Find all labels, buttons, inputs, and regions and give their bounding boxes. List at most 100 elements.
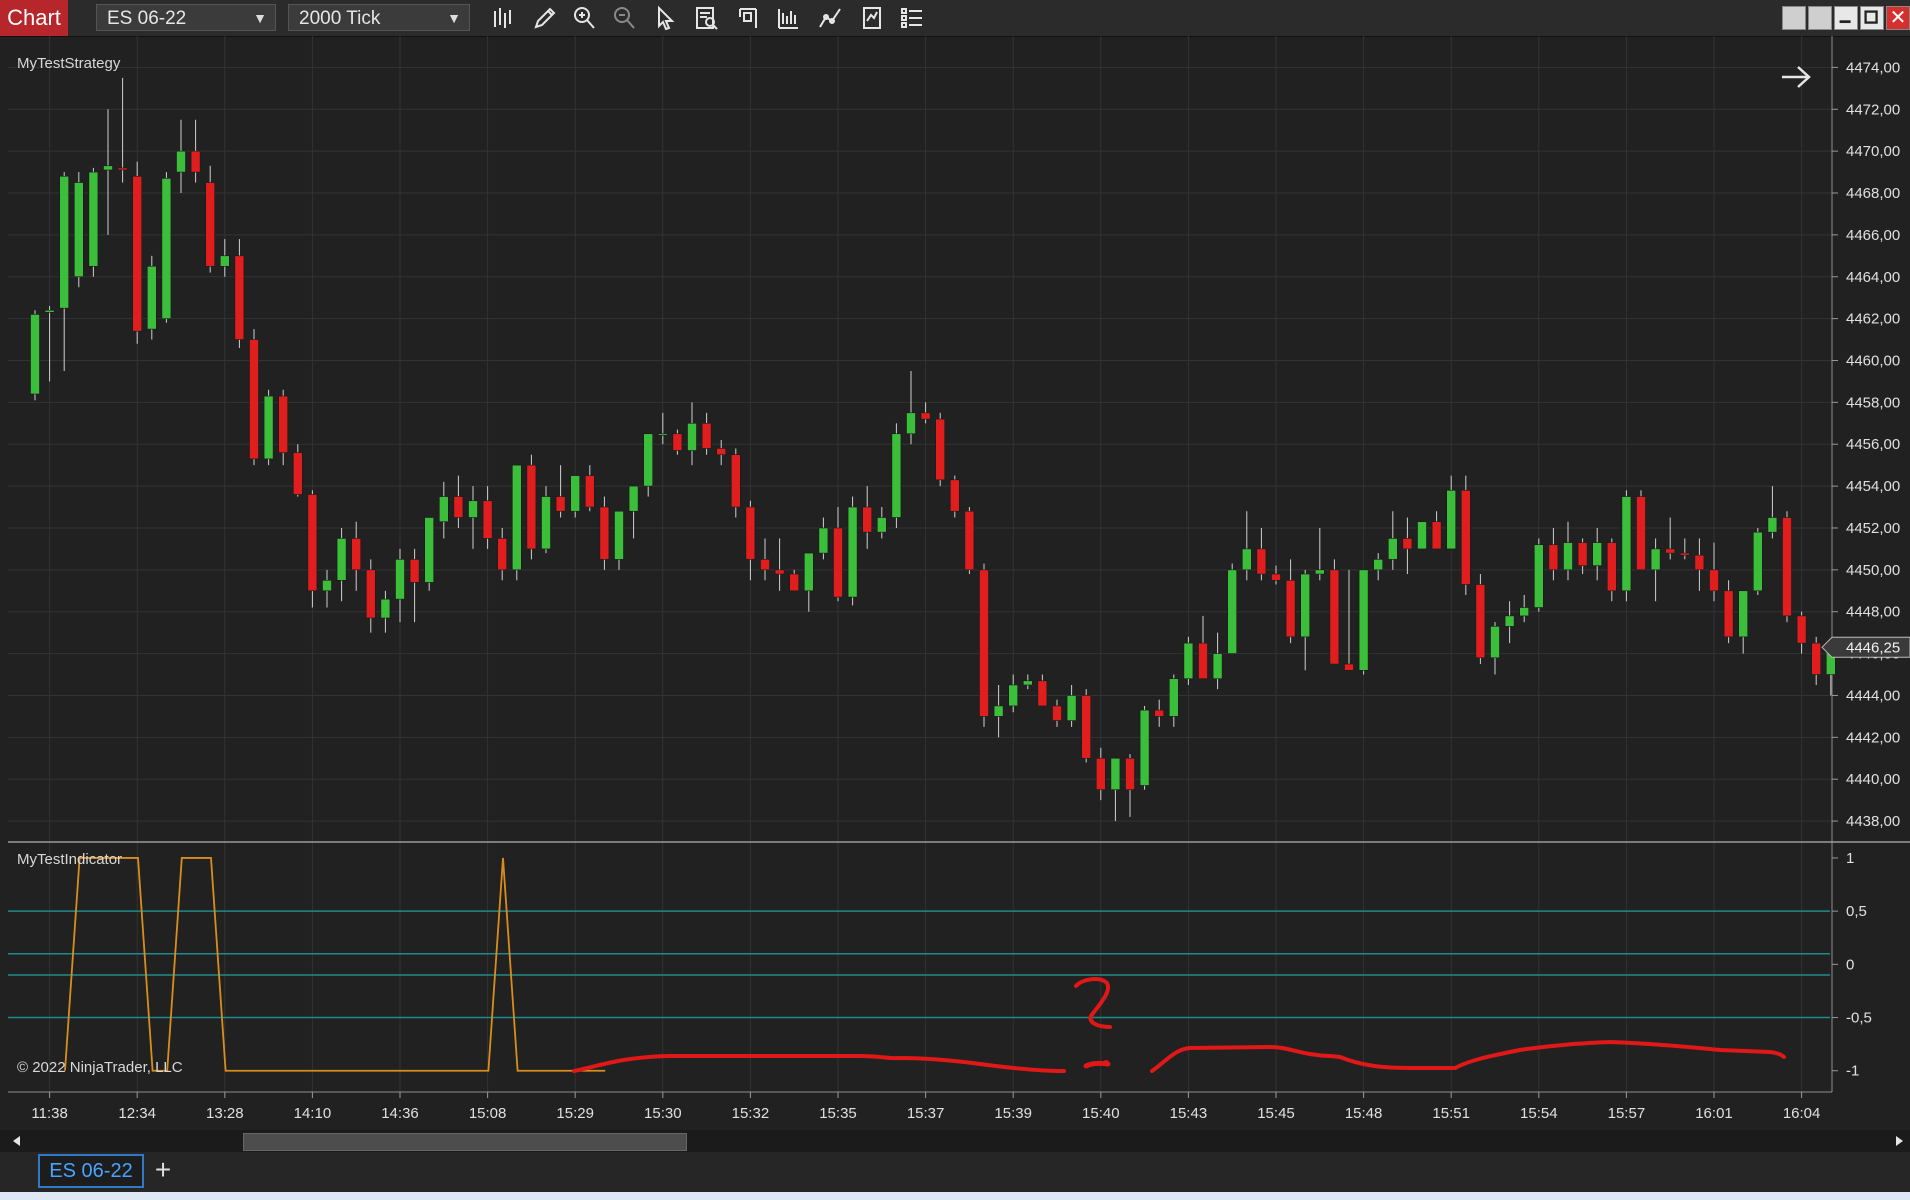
candle-down	[701, 422, 712, 449]
candle-down	[833, 527, 843, 598]
candle-down	[205, 182, 215, 267]
candle-down	[920, 412, 931, 420]
candle-up	[1169, 678, 1179, 717]
chart-area[interactable]: 4474,00 4472,00 4470,00 4468,00 4466,00 4464,…	[0, 0, 1910, 1130]
price-tick-label: 4466,00	[1846, 227, 1900, 244]
tab-es-06-22[interactable]: ES 06-22	[38, 1154, 144, 1188]
candle-down	[730, 454, 741, 508]
candle-down	[935, 418, 946, 481]
candle-down	[365, 569, 376, 619]
candle-down	[409, 559, 420, 583]
time-tick-label: 14:10	[294, 1105, 332, 1122]
indicator-line	[64, 857, 606, 1072]
time-tick-label: 15:35	[819, 1105, 857, 1122]
indicator-panel-label: MyTestIndicator	[17, 851, 122, 868]
add-tab-button[interactable]: +	[148, 1154, 178, 1188]
candle-down	[453, 496, 464, 518]
time-tick-label: 15:51	[1432, 1105, 1470, 1122]
candle-down	[1271, 573, 1281, 581]
candle-up	[1519, 607, 1529, 617]
candle-down	[1431, 521, 1442, 550]
indicator-tick-label: -1	[1846, 1063, 1859, 1080]
candle-up	[1022, 680, 1033, 686]
scroll-left-icon[interactable]	[10, 1134, 24, 1148]
candle-up	[380, 598, 391, 619]
candle-up	[1738, 590, 1748, 638]
candle-down	[351, 538, 362, 571]
candle-up	[438, 496, 449, 522]
candle-up	[891, 433, 902, 518]
candle-up	[1534, 544, 1544, 608]
time-tick-label: 15:32	[732, 1105, 770, 1122]
candle-down	[497, 538, 508, 571]
time-tick-label: 15:57	[1608, 1105, 1646, 1122]
candle-down	[1636, 496, 1646, 571]
candle-down	[745, 506, 756, 560]
candle-up	[847, 506, 858, 598]
candle-down	[1198, 642, 1208, 680]
candle-down	[555, 496, 566, 512]
candle-down	[1694, 554, 1705, 571]
candle-down	[1811, 642, 1821, 675]
candle-up	[30, 314, 40, 395]
candle-up	[876, 517, 887, 533]
price-tick-label: 4472,00	[1846, 101, 1900, 118]
last-price-label: 4446,25	[1846, 639, 1900, 656]
candle-up	[322, 580, 332, 592]
candle-down	[1796, 615, 1807, 644]
candle-down	[716, 448, 727, 456]
candle-up	[176, 150, 186, 173]
price-tick-label: 4464,00	[1846, 269, 1900, 286]
handwritten-annotation	[572, 977, 1786, 1073]
candle-down	[1475, 584, 1486, 659]
candle-up	[1767, 517, 1778, 533]
candle-down	[1548, 544, 1559, 571]
candle-down	[1329, 569, 1340, 665]
candle-up	[1592, 542, 1602, 566]
candle-down	[1037, 680, 1048, 707]
candle-up	[1373, 559, 1383, 571]
chart-window: Chart ES 06-22 ▼ 2000 Tick ▼ ✕ 4474,00 4…	[0, 0, 1910, 1200]
indicator-tick-label: 1	[1846, 850, 1854, 867]
candle-down	[1096, 757, 1106, 790]
price-axis: 4474,00 4472,00 4470,00 4468,00 4466,00 4464,…	[1832, 59, 1900, 830]
indicator-tick-label: 0,5	[1846, 903, 1867, 920]
price-tick-label: 4452,00	[1846, 520, 1900, 537]
candle-down	[1052, 705, 1062, 721]
indicator-series	[64, 857, 606, 1072]
candle-down	[1665, 548, 1675, 554]
indicator-tick-label: -0,5	[1846, 1010, 1872, 1027]
price-tick-label: 4444,00	[1846, 687, 1900, 704]
candle-down	[234, 255, 245, 340]
candle-down	[1461, 489, 1471, 585]
price-tick-label: 4460,00	[1846, 352, 1900, 369]
candle-down	[249, 339, 259, 460]
candle-up	[818, 527, 829, 554]
price-series	[30, 77, 1836, 822]
candle-up	[1388, 538, 1398, 560]
scrollbar-thumb[interactable]	[243, 1133, 687, 1151]
time-tick-label: 15:37	[907, 1105, 945, 1122]
scroll-right-icon[interactable]	[1892, 1134, 1906, 1148]
time-axis: 11:38 12:34 13:28 14:10 14:36 15:08 15:29 15:30…	[31, 1092, 1820, 1122]
indicator-levels	[8, 910, 1830, 1019]
candle-up	[1446, 489, 1456, 550]
price-tick-label: 4440,00	[1846, 771, 1900, 788]
price-tick-label: 4470,00	[1846, 143, 1900, 160]
candle-down	[1081, 695, 1091, 759]
last-price-marker: 4446,25	[1821, 636, 1910, 658]
scroll-right-arrow-icon[interactable]	[1782, 66, 1811, 88]
time-tick-label: 11:38	[31, 1105, 67, 1122]
time-tick-label: 15:43	[1170, 1105, 1208, 1122]
candle-down	[190, 150, 201, 173]
candle-down	[1680, 552, 1690, 556]
candle-up	[628, 485, 639, 512]
candle-up	[1110, 757, 1121, 790]
price-panel-label: MyTestStrategy	[17, 55, 121, 72]
candle-down	[789, 573, 800, 592]
candle-down	[526, 464, 537, 550]
candle-up	[687, 422, 697, 451]
candle-down	[1607, 542, 1617, 592]
time-tick-label: 16:01	[1695, 1105, 1733, 1122]
candle-down	[1723, 590, 1734, 638]
